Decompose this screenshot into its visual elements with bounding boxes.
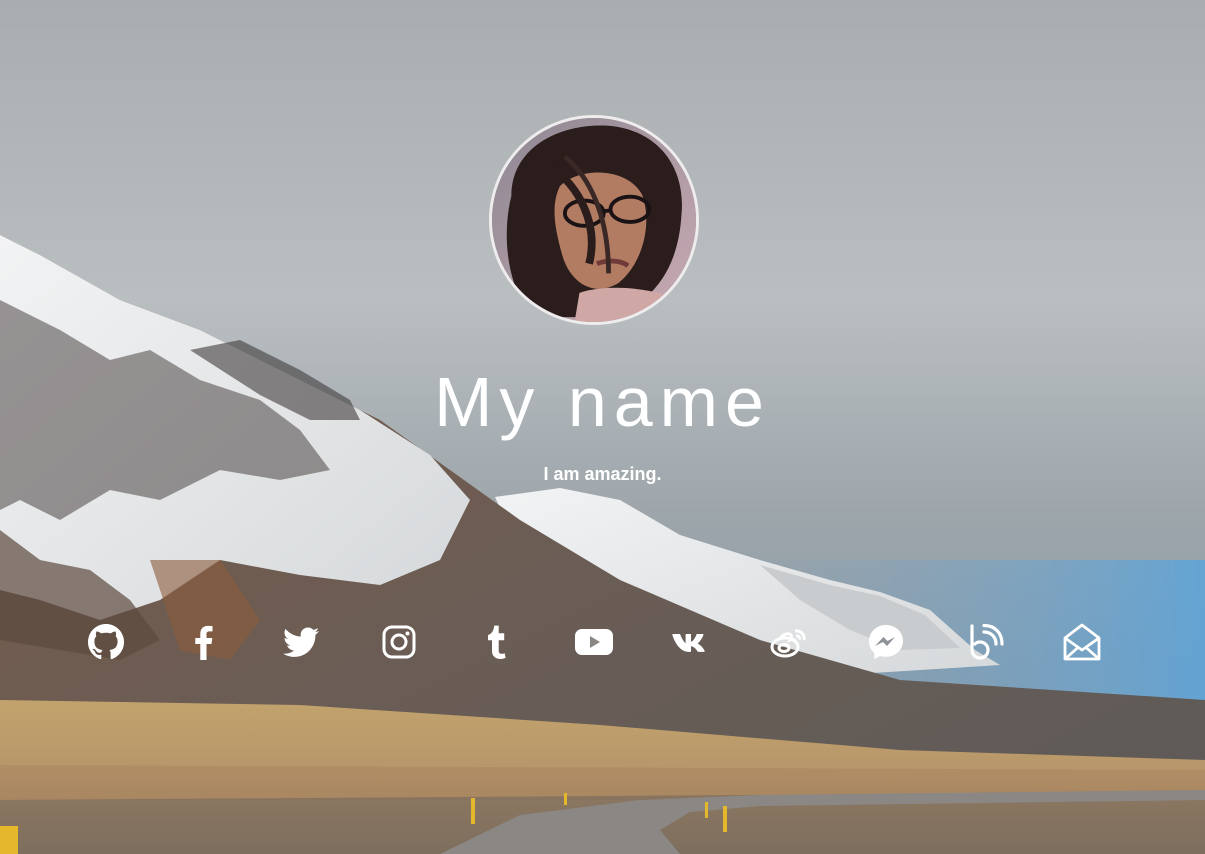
twitter-link[interactable]	[281, 622, 321, 662]
profile-photo	[492, 118, 696, 322]
facebook-icon	[195, 625, 213, 660]
messenger-icon	[869, 625, 903, 659]
weibo-icon	[770, 629, 806, 658]
weibo-link[interactable]	[769, 622, 809, 662]
youtube-icon	[575, 629, 613, 655]
messenger-link[interactable]	[866, 622, 906, 662]
avatar	[489, 115, 699, 325]
instagram-link[interactable]	[379, 622, 419, 662]
twitter-icon	[283, 627, 319, 657]
vk-icon	[672, 634, 705, 652]
blogger-link[interactable]	[964, 622, 1004, 662]
email-link[interactable]	[1062, 622, 1102, 662]
youtube-link[interactable]	[574, 622, 614, 662]
github-link[interactable]	[86, 622, 126, 662]
vk-link[interactable]	[671, 622, 711, 662]
tumblr-link[interactable]	[476, 622, 516, 662]
email-icon	[1063, 623, 1101, 661]
tumblr-icon	[488, 625, 506, 659]
blogger-icon	[970, 623, 1004, 660]
github-icon	[88, 624, 124, 660]
profile-name: My name	[434, 363, 771, 441]
hero-section: My name I am amazing.	[0, 0, 1205, 854]
profile-tagline: I am amazing.	[543, 464, 662, 484]
instagram-icon	[382, 625, 416, 659]
social-links-bar	[0, 622, 1205, 664]
facebook-link[interactable]	[184, 622, 224, 662]
